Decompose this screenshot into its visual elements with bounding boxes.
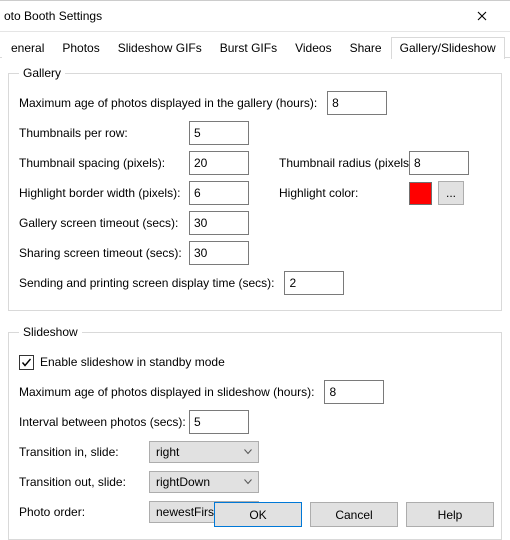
enable-slideshow-label: Enable slideshow in standby mode xyxy=(40,355,225,369)
tab-photos[interactable]: Photos xyxy=(53,37,108,59)
tab-gallery-slideshow[interactable]: Gallery/Slideshow xyxy=(391,37,505,59)
thumb-radius-input[interactable] xyxy=(409,151,469,175)
transition-in-label: Transition in, slide: xyxy=(19,445,149,459)
gallery-legend: Gallery xyxy=(19,66,65,80)
slideshow-max-age-label: Maximum age of photos displayed in slide… xyxy=(19,385,314,399)
thumbs-per-row-input[interactable] xyxy=(189,121,249,145)
close-icon xyxy=(477,11,487,21)
gallery-max-age-input[interactable] xyxy=(327,91,387,115)
sharing-timeout-label: Sharing screen timeout (secs): xyxy=(19,246,189,260)
gallery-max-age-label: Maximum age of photos displayed in the g… xyxy=(19,96,317,110)
enable-slideshow-checkbox[interactable] xyxy=(19,355,34,370)
send-print-input[interactable] xyxy=(284,271,344,295)
highlight-color-swatch[interactable] xyxy=(409,182,432,205)
interval-input[interactable] xyxy=(189,410,249,434)
transition-in-value: right xyxy=(156,445,179,459)
sharing-timeout-input[interactable] xyxy=(189,241,249,265)
photo-order-value: newestFirst xyxy=(156,505,217,519)
help-button[interactable]: Help xyxy=(406,502,494,527)
transition-out-select[interactable]: rightDown xyxy=(149,471,259,493)
chevron-down-icon xyxy=(244,479,252,485)
thumb-spacing-label: Thumbnail spacing (pixels): xyxy=(19,156,189,170)
chevron-down-icon xyxy=(244,449,252,455)
photo-order-label: Photo order: xyxy=(19,505,149,519)
tab-general[interactable]: eneral xyxy=(2,37,53,59)
check-icon xyxy=(21,357,32,368)
tab-share[interactable]: Share xyxy=(341,37,391,59)
transition-out-value: rightDown xyxy=(156,475,210,489)
ok-button[interactable]: OK xyxy=(214,502,302,527)
tab-burst-gifs[interactable]: Burst GIFs xyxy=(211,37,286,59)
interval-label: Interval between photos (secs): xyxy=(19,415,189,429)
gallery-timeout-input[interactable] xyxy=(189,211,249,235)
tab-bar: eneral Photos Slideshow GIFs Burst GIFs … xyxy=(0,36,510,58)
transition-in-select[interactable]: right xyxy=(149,441,259,463)
transition-out-label: Transition out, slide: xyxy=(19,475,149,489)
send-print-label: Sending and printing screen display time… xyxy=(19,276,274,290)
cancel-button[interactable]: Cancel xyxy=(310,502,398,527)
gallery-group: Gallery Maximum age of photos displayed … xyxy=(8,66,502,311)
thumbs-per-row-label: Thumbnails per row: xyxy=(19,126,189,140)
thumb-spacing-input[interactable] xyxy=(189,151,249,175)
slideshow-max-age-input[interactable] xyxy=(324,380,384,404)
thumb-radius-label: Thumbnail radius (pixels): xyxy=(279,156,409,170)
close-button[interactable] xyxy=(462,2,502,30)
highlight-color-label: Highlight color: xyxy=(279,186,409,200)
highlight-border-input[interactable] xyxy=(189,181,249,205)
highlight-border-label: Highlight border width (pixels): xyxy=(19,186,189,200)
tab-slideshow-gifs[interactable]: Slideshow GIFs xyxy=(109,37,211,59)
slideshow-legend: Slideshow xyxy=(19,325,82,339)
highlight-color-button[interactable]: ... xyxy=(438,181,464,205)
window-title: oto Booth Settings xyxy=(4,9,102,23)
tab-videos[interactable]: Videos xyxy=(286,37,340,59)
gallery-timeout-label: Gallery screen timeout (secs): xyxy=(19,216,189,230)
